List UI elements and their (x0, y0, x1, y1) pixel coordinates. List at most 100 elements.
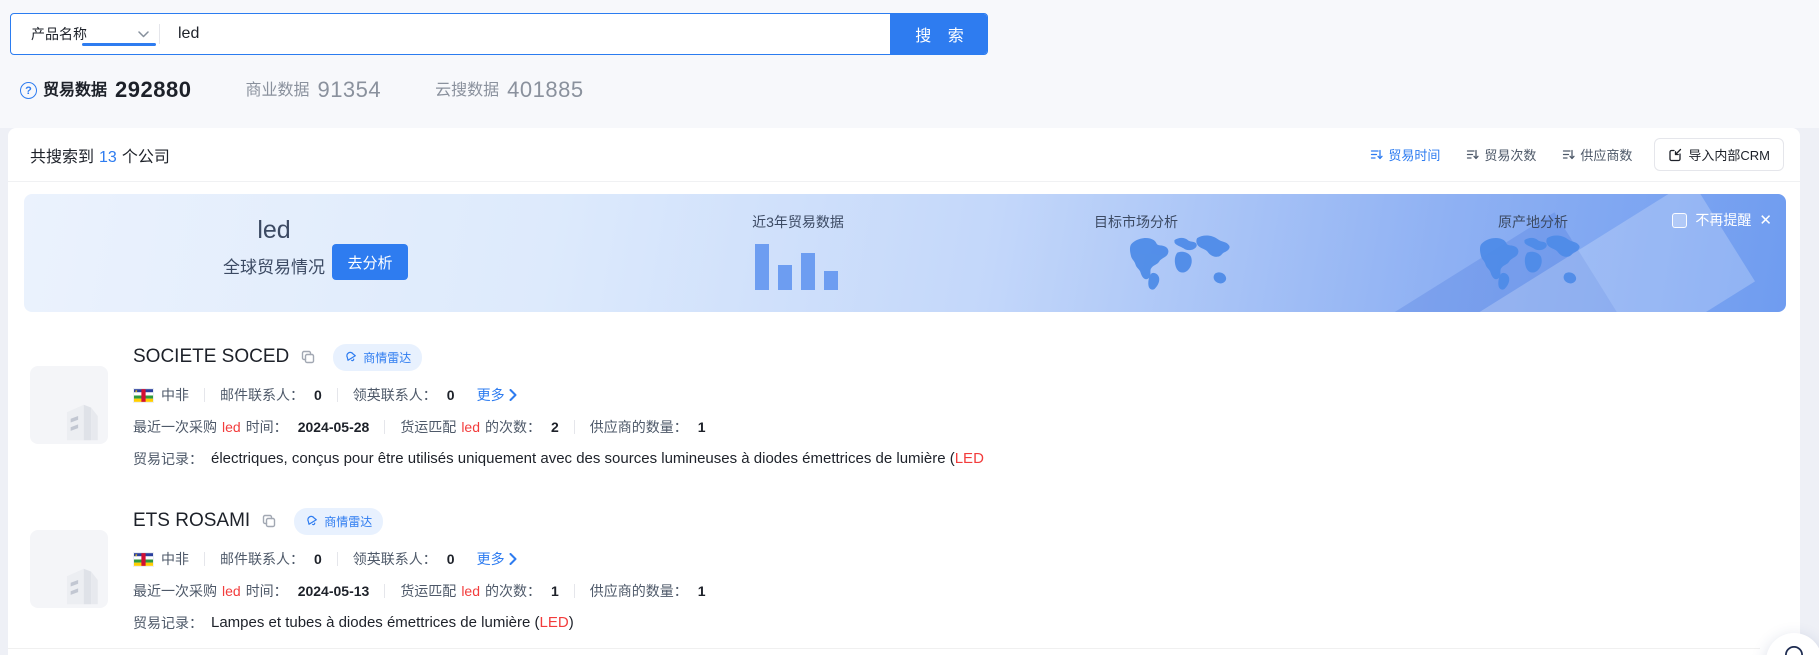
company-country: 中非 (161, 385, 189, 405)
radar-icon (344, 350, 358, 364)
world-map-origin (1464, 234, 1589, 302)
central-africa-flag-icon (133, 552, 154, 567)
import-crm-button[interactable]: 导入内部CRM (1654, 138, 1784, 171)
tab-label: 商业数据 (245, 76, 309, 103)
company-record-row: 贸易记录： électriques, conçus pour être util… (133, 449, 984, 468)
more-label: 更多 (477, 549, 505, 569)
active-tab-underline (82, 43, 156, 46)
supplier-count: 1 (698, 419, 706, 435)
company-card: ETS ROSAMI 商情雷达 中非 邮件联系人： 0 (8, 506, 1800, 632)
tab-cloud-search-data[interactable]: 云搜数据 401885 (435, 76, 583, 103)
top-band: 产品名称 搜 索 ? 贸易数据 292880 商业数据 91354 云搜数据 4… (0, 0, 1819, 128)
company-name-row: ETS ROSAMI 商情雷达 (133, 506, 706, 536)
purchase-date: 2024-05-28 (298, 419, 370, 435)
freight-keyword: led (461, 583, 480, 599)
dismiss-label: 不再提醒 (1695, 210, 1751, 230)
business-radar-badge[interactable]: 商情雷达 (294, 508, 383, 535)
sort-supplier-count[interactable]: 供应商数 (1562, 145, 1632, 164)
sort-desc-icon (1562, 148, 1575, 161)
trade-bar (755, 244, 769, 290)
banner-keyword-block: led 全球贸易情况 (204, 216, 344, 278)
sort-controls: 贸易时间 贸易次数 供应商数 (1370, 145, 1632, 164)
question-icon[interactable]: ? (20, 82, 37, 99)
analyze-button[interactable]: 去分析 (332, 244, 408, 280)
dismiss-checkbox[interactable] (1672, 213, 1687, 228)
chevron-down-icon (138, 31, 149, 38)
sort-desc-icon (1370, 148, 1383, 161)
linkedin-contacts-label: 领英联系人： (353, 549, 437, 569)
sort-label: 贸易时间 (1388, 145, 1440, 164)
email-contacts-count: 0 (314, 551, 322, 567)
company-info: ETS ROSAMI 商情雷达 中非 邮件联系人： 0 (133, 506, 706, 632)
company-logo-placeholder (30, 366, 108, 444)
divider (384, 420, 385, 434)
company-logo-placeholder (30, 530, 108, 608)
results-count-suffix: 个公司 (122, 149, 170, 166)
chevron-right-icon (509, 553, 517, 565)
freight-label-post: 的次数： (485, 581, 541, 601)
company-name[interactable]: SOCIETE SOCED (133, 346, 289, 368)
purchase-label-pre: 最近一次采购 (133, 417, 217, 437)
trade-record-keyword: LED (955, 450, 984, 467)
trade-record-label: 贸易记录： (133, 449, 203, 469)
purchase-label-pre: 最近一次采购 (133, 581, 217, 601)
more-link[interactable]: 更多 (477, 385, 517, 405)
email-contacts-label: 邮件联系人： (220, 385, 304, 405)
world-map-market (1114, 234, 1239, 302)
search-category-dropdown[interactable]: 产品名称 (11, 14, 159, 54)
results-count-number: 13 (99, 149, 117, 166)
trade-bar (778, 265, 792, 290)
supplier-label: 供应商的数量： (590, 417, 688, 437)
more-label: 更多 (477, 385, 505, 405)
supplier-count: 1 (698, 583, 706, 599)
badge-label: 商情雷达 (324, 513, 372, 530)
company-name-row: SOCIETE SOCED 商情雷达 (133, 342, 984, 372)
sort-trade-count[interactable]: 贸易次数 (1466, 145, 1536, 164)
divider (204, 552, 205, 566)
company-country: 中非 (161, 549, 189, 569)
company-meta-row: 中非 邮件联系人： 0 领英联系人： 0 更多 (133, 386, 984, 404)
tab-business-data[interactable]: 商业数据 91354 (245, 76, 381, 103)
headset-icon (1781, 642, 1807, 655)
company-name[interactable]: ETS ROSAMI (133, 510, 250, 532)
company-record-row: 贸易记录： Lampes et tubes à diodes émettrice… (133, 613, 706, 632)
purchase-keyword: led (222, 583, 241, 599)
sort-trade-time[interactable]: 贸易时间 (1370, 145, 1440, 164)
trade-record-text: Lampes et tubes à diodes émettrices de l… (211, 614, 540, 631)
copy-icon[interactable] (261, 513, 277, 529)
search-button[interactable]: 搜 索 (890, 14, 987, 54)
purchase-label-post: 时间： (246, 581, 288, 601)
more-link[interactable]: 更多 (477, 549, 517, 569)
freight-count: 2 (551, 419, 559, 435)
purchase-label-post: 时间： (246, 417, 288, 437)
divider (574, 584, 575, 598)
banner-origin-label: 原产地分析 (1423, 212, 1643, 232)
trade-bar (824, 271, 838, 290)
divider (384, 584, 385, 598)
copy-icon[interactable] (300, 349, 316, 365)
purchase-keyword: led (222, 419, 241, 435)
list-divider (8, 648, 1760, 649)
company-purchase-row: 最近一次采购 led 时间： 2024-05-28 货运匹配 led 的次数： … (133, 418, 984, 436)
search-input[interactable] (160, 14, 890, 54)
divider (337, 552, 338, 566)
purchase-date: 2024-05-13 (298, 583, 370, 599)
tab-trade-data[interactable]: ? 贸易数据 292880 (20, 76, 191, 103)
business-radar-badge[interactable]: 商情雷达 (333, 344, 422, 371)
results-count-text: 共搜索到 13 个公司 (30, 143, 170, 167)
tab-label: 云搜数据 (435, 76, 499, 103)
close-icon[interactable]: ✕ (1759, 213, 1772, 228)
radar-icon (305, 514, 319, 528)
trade-record-label: 贸易记录： (133, 613, 203, 633)
company-meta-row: 中非 邮件联系人： 0 领英联系人： 0 更多 (133, 550, 706, 568)
dismiss-group: 不再提醒 ✕ (1672, 210, 1772, 230)
banner-chart-label: 近3年贸易数据 (688, 212, 908, 232)
search-category-label: 产品名称 (31, 24, 138, 44)
freight-count: 1 (551, 583, 559, 599)
supplier-label: 供应商的数量： (590, 581, 688, 601)
sort-desc-icon (1466, 148, 1479, 161)
trade-bar-chart (755, 244, 838, 290)
results-count-prefix: 共搜索到 (30, 149, 94, 166)
sort-label: 供应商数 (1580, 145, 1632, 164)
banner-keyword: led (204, 216, 344, 245)
